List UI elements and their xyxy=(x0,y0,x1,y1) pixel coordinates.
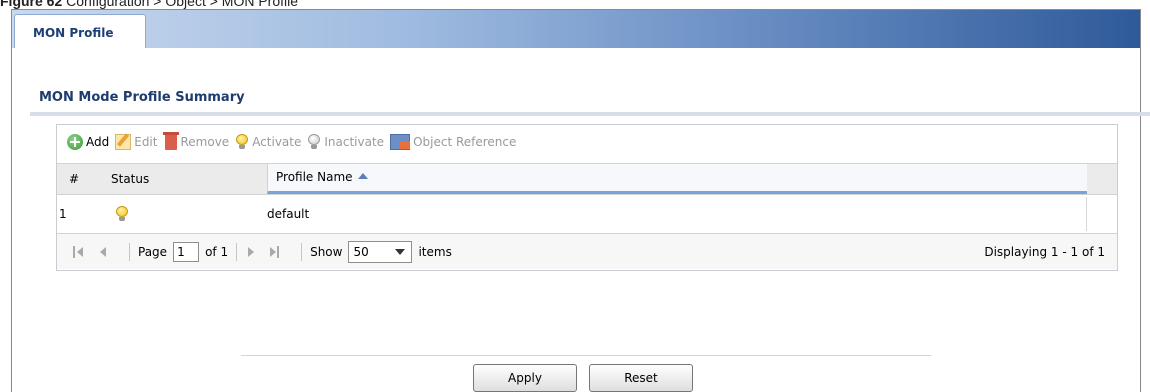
pager-separator xyxy=(236,242,238,261)
object-reference-button[interactable]: Object Reference xyxy=(390,134,516,150)
edit-button[interactable]: Edit xyxy=(115,134,157,150)
figure-caption-prefix: Figure 62 xyxy=(0,0,63,9)
remove-button[interactable]: Remove xyxy=(163,132,230,150)
tab-mon-profile[interactable]: MON Profile xyxy=(14,14,146,48)
activate-label: Activate xyxy=(252,135,302,149)
page-count-label: of 1 xyxy=(205,244,229,259)
object-reference-icon xyxy=(390,134,411,150)
activate-button[interactable]: Activate xyxy=(235,134,301,150)
pager-separator xyxy=(301,242,303,261)
status-bulb-icon xyxy=(115,206,129,222)
remove-icon xyxy=(163,132,180,150)
last-page-icon[interactable] xyxy=(269,245,281,258)
reset-button[interactable]: Reset xyxy=(589,364,693,392)
row-profile-name: default xyxy=(267,207,310,221)
table-header: # Status Profile Name xyxy=(57,163,1117,195)
add-label: Add xyxy=(86,135,110,149)
add-button[interactable]: Add xyxy=(67,134,109,150)
items-per-page-value: 50 xyxy=(353,244,369,259)
tab-bar: MON Profile xyxy=(12,10,1140,48)
toolbar: Add Edit Remove Activate Inactivate Obje… xyxy=(57,125,1117,159)
page-label: Page xyxy=(138,244,168,259)
add-icon xyxy=(67,134,83,150)
prev-page-icon[interactable] xyxy=(97,246,109,258)
row-index: 1 xyxy=(59,207,67,221)
next-page-icon[interactable] xyxy=(245,246,257,258)
config-window: MON Profile MON Mode Profile Summary Add… xyxy=(11,9,1150,392)
column-header-index[interactable]: # xyxy=(69,164,79,194)
remove-label: Remove xyxy=(180,135,230,149)
inactivate-button[interactable]: Inactivate xyxy=(307,134,384,150)
row-status xyxy=(115,206,132,222)
section-title: MON Mode Profile Summary xyxy=(39,90,245,105)
footer-divider xyxy=(241,355,931,356)
inactivate-label: Inactivate xyxy=(324,135,385,149)
figure-caption: Figure 62 Configuration > Object > MON P… xyxy=(0,0,299,9)
items-label: items xyxy=(418,244,452,259)
page-number-input[interactable] xyxy=(173,241,200,262)
section-divider xyxy=(30,112,1150,116)
profile-table-panel: Add Edit Remove Activate Inactivate Obje… xyxy=(56,124,1118,271)
column-header-status[interactable]: Status xyxy=(111,164,149,194)
displaying-count: Displaying 1 - 1 of 1 xyxy=(984,245,1105,259)
figure-caption-text: Configuration > Object > MON Profile xyxy=(66,0,299,9)
pagination-bar: Page of 1 Show 50 items Displaying 1 - 1… xyxy=(57,233,1117,269)
edit-label: Edit xyxy=(134,135,158,149)
chevron-down-icon[interactable] xyxy=(395,248,406,255)
sort-ascending-icon xyxy=(357,173,368,179)
first-page-icon[interactable] xyxy=(73,245,85,258)
table-row[interactable]: 1 default xyxy=(57,197,1087,231)
object-reference-label: Object Reference xyxy=(413,135,517,149)
show-label: Show xyxy=(310,244,343,259)
items-per-page-select[interactable]: 50 xyxy=(348,240,413,263)
pager-separator xyxy=(129,242,130,261)
column-header-profile-name-label: Profile Name xyxy=(276,170,353,184)
apply-button[interactable]: Apply xyxy=(473,364,577,392)
column-header-profile-name[interactable]: Profile Name xyxy=(267,164,1087,194)
inactivate-bulb-icon xyxy=(307,134,321,150)
activate-bulb-icon xyxy=(235,134,249,150)
edit-icon xyxy=(115,134,132,150)
